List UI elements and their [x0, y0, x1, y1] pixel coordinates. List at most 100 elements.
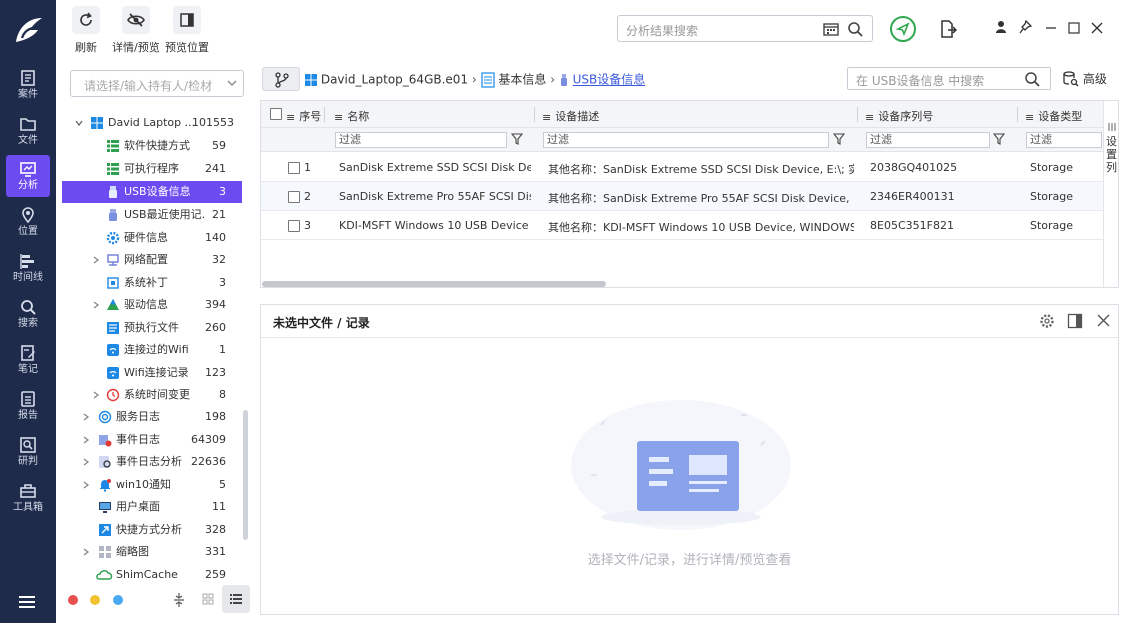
tree-item-patches[interactable]: 系统补丁 3	[62, 272, 242, 294]
tree-item-drivers[interactable]: 驱动信息 394	[62, 294, 242, 316]
table-row[interactable]: 3 KDI-MSFT Windows 10 USB Device 其他名称：KD…	[261, 211, 1103, 240]
column-header-type[interactable]: ≡ 设备类型	[1025, 108, 1082, 124]
search-icon[interactable]	[1024, 71, 1040, 87]
tree-item-shortcuts[interactable]: 软件快捷方式 59	[62, 135, 242, 157]
tree-item-usb-recent[interactable]: USB最近使用记... 21	[62, 204, 242, 226]
analysis-search-input[interactable]: 分析结果搜索	[617, 15, 873, 42]
tree-label: 可执行程序	[124, 162, 179, 175]
column-divider[interactable]	[857, 107, 858, 122]
column-divider[interactable]	[534, 107, 535, 122]
judge-icon	[20, 437, 36, 453]
nav-item-location[interactable]: 位置	[6, 201, 50, 243]
tree-item-thumbnails[interactable]: 缩略图 331	[62, 541, 242, 563]
preview-position-button[interactable]: 预览位置	[165, 6, 209, 55]
maximize-icon[interactable]	[1068, 22, 1080, 34]
tree-item-network[interactable]: 网络配置 32	[62, 249, 242, 271]
close-icon[interactable]	[1097, 314, 1110, 327]
tree-item-executables[interactable]: 可执行程序 241	[62, 158, 242, 180]
column-divider[interactable]	[1017, 107, 1018, 122]
tree-item-event-log[interactable]: 事件日志 64309	[62, 429, 242, 451]
tree-item-desktop[interactable]: 用户桌面 11	[62, 496, 242, 518]
chevron-right-icon[interactable]	[81, 435, 91, 445]
owner-select[interactable]: 请选择/输入持有人/检材	[70, 70, 244, 97]
filter-input-name[interactable]: 过滤	[335, 132, 507, 148]
tree-item-win10-notify[interactable]: win10通知 5	[62, 474, 242, 496]
tree-item-shortcut-analysis[interactable]: 快捷方式分析 328	[62, 519, 242, 541]
chevron-right-icon[interactable]	[81, 547, 91, 557]
red-dot-icon[interactable]	[68, 595, 78, 605]
breadcrumb-current[interactable]: USB设备信息	[573, 73, 646, 87]
grid-view-icon[interactable]	[202, 593, 214, 605]
filter-icon[interactable]	[833, 133, 845, 145]
row-checkbox[interactable]	[288, 191, 300, 203]
tree-item-time-change[interactable]: 系统时间变更 8	[62, 384, 242, 406]
panel-right-icon[interactable]	[1067, 313, 1083, 329]
column-settings-button[interactable]: 设置列	[1103, 101, 1118, 287]
usb-search-input[interactable]: 在 USB设备信息 中搜索	[847, 67, 1051, 90]
nav-item-judge[interactable]: 研判	[6, 431, 50, 473]
tree-scrollbar[interactable]	[243, 410, 248, 540]
column-header-serial[interactable]: ≡ 设备序列号	[865, 108, 933, 124]
chevron-right-icon[interactable]	[81, 480, 91, 490]
filter-icon[interactable]	[511, 133, 523, 145]
tree-item-prefetch[interactable]: 预执行文件 260	[62, 317, 242, 339]
pin-icon[interactable]	[1019, 20, 1032, 34]
tree-item-wifi-records[interactable]: Wifi连接记录 123	[62, 362, 242, 384]
nav-item-case[interactable]: 案件	[6, 64, 50, 106]
table-row[interactable]: 2 SanDisk Extreme Pro 55AF SCSI Disk... …	[261, 182, 1103, 211]
nav-item-analysis[interactable]: 分析	[6, 155, 50, 197]
chevron-right-icon[interactable]	[91, 390, 101, 400]
advanced-search-button[interactable]: 高级	[1063, 70, 1107, 87]
chevron-right-icon[interactable]	[81, 412, 91, 422]
filter-input-desc[interactable]: 过滤	[543, 132, 829, 148]
tree-item-shimcache[interactable]: ShimCache 259	[62, 564, 242, 586]
nav-item-timeline[interactable]: 时间线	[6, 247, 50, 289]
select-all-checkbox[interactable]	[270, 108, 282, 120]
user-icon[interactable]	[995, 20, 1007, 34]
branch-button[interactable]	[262, 67, 300, 91]
export-icon[interactable]	[939, 19, 957, 39]
nav-item-note[interactable]: 笔记	[6, 339, 50, 381]
chevron-right-icon[interactable]	[81, 457, 91, 467]
table-row[interactable]: 1 SanDisk Extreme SSD SCSI Disk Devi... …	[261, 153, 1103, 182]
row-checkbox[interactable]	[288, 162, 300, 174]
calendar-icon[interactable]	[822, 21, 840, 37]
filter-icon[interactable]	[993, 133, 1005, 145]
chevron-down-icon[interactable]	[74, 118, 84, 128]
collapse-icon[interactable]	[173, 592, 185, 608]
tree-item-usb-devices[interactable]: USB设备信息 3	[62, 181, 242, 203]
list-view-button[interactable]	[222, 585, 250, 613]
column-divider[interactable]	[324, 107, 325, 122]
search-icon[interactable]	[847, 21, 863, 37]
details-preview-button[interactable]: 详情/预览	[112, 6, 160, 55]
chevron-right-icon[interactable]	[91, 300, 101, 310]
tree-item-wifi-connected[interactable]: 连接过的Wifi 1	[62, 339, 242, 361]
filter-input-type[interactable]: 过滤	[1026, 132, 1102, 148]
chevron-right-icon[interactable]	[91, 255, 101, 265]
minimize-icon[interactable]	[1045, 26, 1057, 30]
column-header-name[interactable]: ≡ 名称	[334, 108, 369, 124]
nav-item-toolbox[interactable]: 工具箱	[6, 477, 50, 519]
table-horizontal-scrollbar[interactable]	[262, 281, 606, 287]
breadcrumb-level2[interactable]: 基本信息	[498, 73, 546, 87]
nav-item-search[interactable]: 搜索	[6, 293, 50, 335]
column-header-index[interactable]: ≡ 序号	[286, 108, 321, 124]
refresh-button[interactable]: 刷新	[72, 6, 100, 55]
filter-input-serial[interactable]: 过滤	[866, 132, 990, 148]
row-checkbox[interactable]	[288, 220, 300, 232]
send-status-icon[interactable]	[889, 15, 917, 43]
nav-item-report[interactable]: 报告	[6, 385, 50, 427]
yellow-dot-icon[interactable]	[90, 595, 100, 605]
owner-placeholder: 请选择/输入持有人/检材	[84, 79, 213, 93]
column-header-desc[interactable]: ≡ 设备描述	[542, 108, 599, 124]
breadcrumb-root[interactable]: David_Laptop_64GB.e01	[321, 73, 468, 87]
blue-dot-icon[interactable]	[113, 595, 123, 605]
tree-item-hardware[interactable]: 硬件信息 140	[62, 227, 242, 249]
nav-item-file[interactable]: 文件	[6, 110, 50, 152]
gear-icon[interactable]	[1039, 313, 1055, 329]
close-icon[interactable]	[1091, 22, 1103, 34]
tree-item-root[interactable]: David Laptop ... 101553	[62, 112, 242, 134]
hamburger-menu-icon[interactable]	[18, 594, 38, 610]
tree-item-event-analysis[interactable]: 事件日志分析 22636	[62, 451, 242, 473]
tree-item-service-log[interactable]: 服务日志 198	[62, 406, 242, 428]
